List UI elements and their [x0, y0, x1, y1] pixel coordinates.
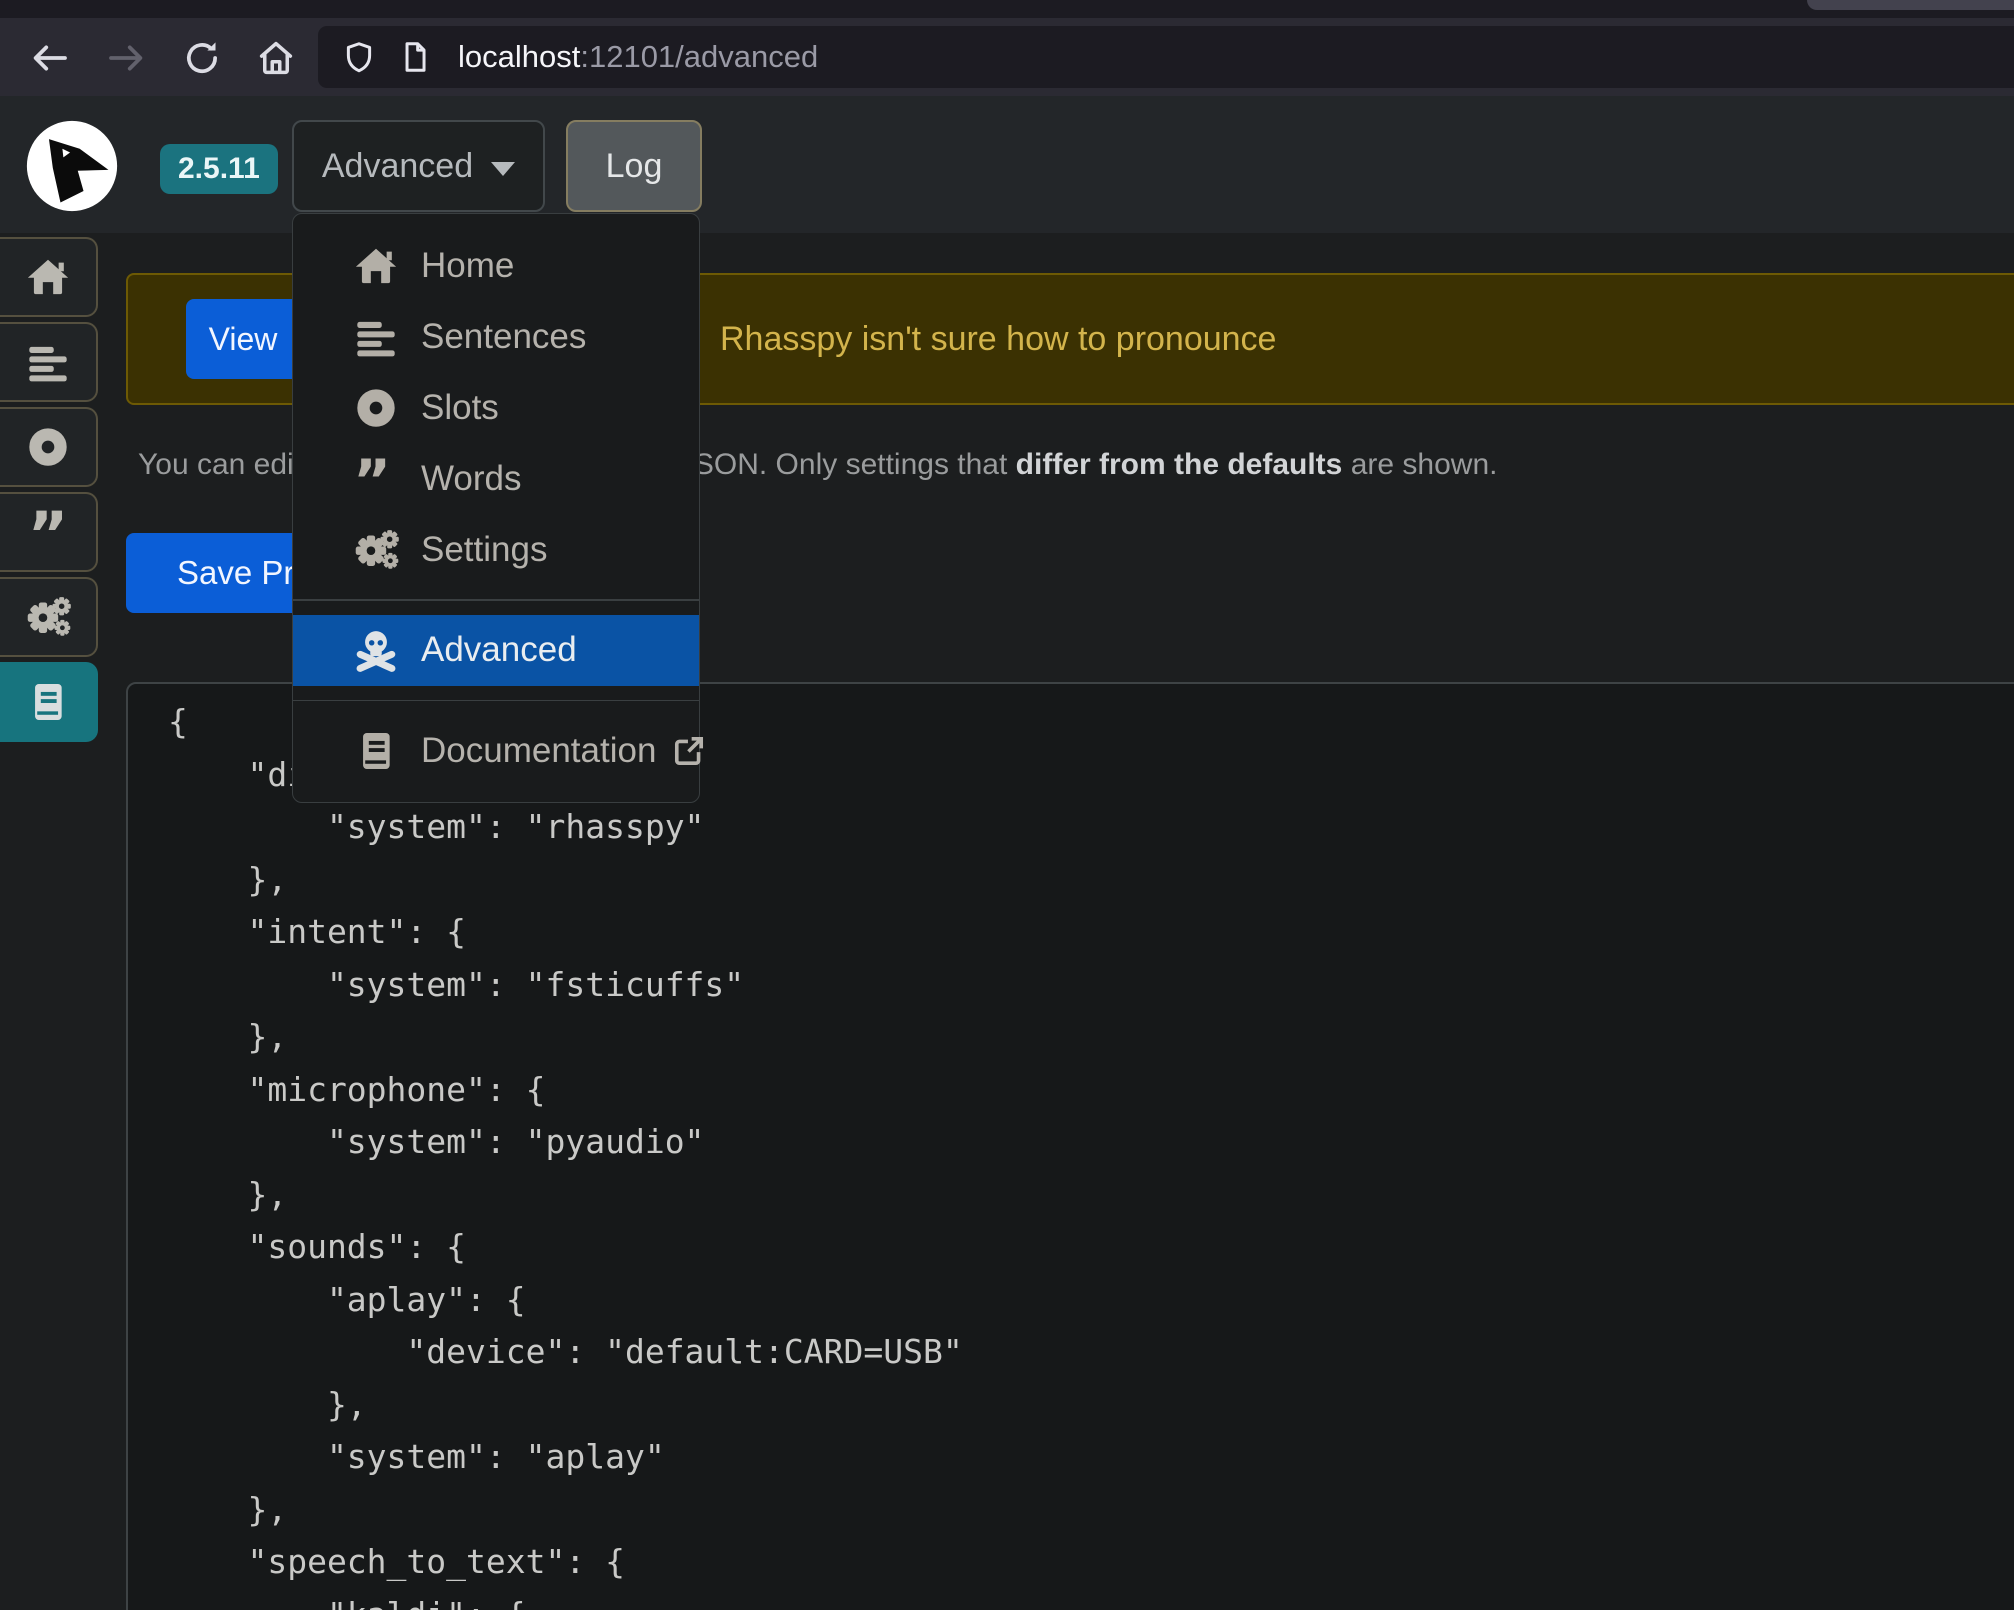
forward-icon[interactable] — [106, 38, 146, 78]
log-button[interactable]: Log — [566, 120, 702, 212]
sidebar-item-documentation[interactable] — [0, 662, 98, 742]
book-icon — [25, 679, 71, 725]
home-icon — [353, 243, 399, 289]
menu-item-settings[interactable]: Settings — [293, 514, 699, 585]
reload-icon[interactable] — [182, 38, 222, 78]
rhasspy-logo-raven-icon — [24, 118, 120, 214]
gears-icon — [25, 594, 71, 640]
menu-item-label: Sentences — [421, 317, 586, 357]
browser-toolbar: localhost:12101/advanced — [0, 18, 2014, 96]
sidebar-item-words[interactable]: ” — [0, 492, 98, 572]
profile-json-editor[interactable]: { "dialogue": { "system": "rhasspy" }, "… — [126, 682, 2014, 1610]
menu-item-sentences[interactable]: Sentences — [293, 301, 699, 372]
book-icon — [353, 728, 399, 774]
url-bar[interactable]: localhost:12101/advanced — [318, 26, 2014, 88]
menu-item-slots[interactable]: Slots — [293, 372, 699, 443]
dot-circle-icon — [25, 424, 71, 470]
menu-item-advanced[interactable]: Advanced — [293, 615, 699, 686]
menu-item-label: Settings — [421, 530, 547, 570]
description-bold: differ from the defaults — [1016, 448, 1343, 481]
shield-icon[interactable] — [342, 40, 376, 74]
align-left-icon — [25, 339, 71, 385]
menu-item-words[interactable]: ” Words — [293, 443, 699, 514]
quote-icon: ” — [353, 456, 399, 502]
quote-icon: ” — [28, 520, 69, 564]
version-badge: 2.5.11 — [160, 144, 278, 194]
profile-json-code[interactable]: { "dialogue": { "system": "rhasspy" }, "… — [168, 696, 2014, 1610]
home-icon — [25, 254, 71, 300]
sidebar-item-sentences[interactable] — [0, 322, 98, 402]
pronounce-warning-message: Rhasspy isn't sure how to pronounce — [720, 275, 1276, 403]
url-text: localhost:12101/advanced — [458, 39, 818, 75]
sidebar-item-home[interactable] — [0, 237, 98, 317]
skull-crossbones-icon — [353, 627, 399, 673]
external-link-icon — [672, 734, 706, 768]
back-icon[interactable] — [30, 38, 70, 78]
menu-divider — [293, 599, 699, 601]
page-dropdown-label: Advanced — [322, 147, 473, 186]
description-post: are shown. — [1342, 448, 1497, 481]
page-info-icon[interactable] — [398, 40, 432, 74]
menu-item-label: Home — [421, 246, 514, 286]
url-host: localhost — [458, 39, 580, 74]
menu-item-documentation[interactable]: Documentation — [293, 715, 699, 786]
menu-item-home[interactable]: Home — [293, 230, 699, 301]
browser-tab-strip — [0, 0, 2014, 18]
menu-item-label: Words — [421, 459, 522, 499]
sidebar-item-slots[interactable] — [0, 407, 98, 487]
view-button[interactable]: View — [186, 299, 300, 379]
align-left-icon — [353, 314, 399, 360]
menu-item-label: Advanced — [421, 630, 577, 670]
browser-home-icon[interactable] — [256, 38, 296, 78]
menu-item-label: Documentation — [421, 731, 656, 771]
gears-icon — [353, 527, 399, 573]
page-dropdown-menu: Home Sentences Slots ” Words Settings Ad… — [292, 213, 700, 803]
browser-active-tab-fragment[interactable] — [1807, 0, 2014, 10]
menu-divider — [293, 700, 699, 702]
page-dropdown-button[interactable]: Advanced — [292, 120, 545, 212]
dot-circle-icon — [353, 385, 399, 431]
url-path: :12101/advanced — [580, 39, 818, 74]
menu-item-label: Slots — [421, 388, 499, 428]
chevron-down-icon — [491, 162, 515, 176]
sidebar-item-settings[interactable] — [0, 577, 98, 657]
rhasspy-advanced-page: localhost:12101/advanced 2.5.11 Advanced… — [0, 0, 2014, 1610]
